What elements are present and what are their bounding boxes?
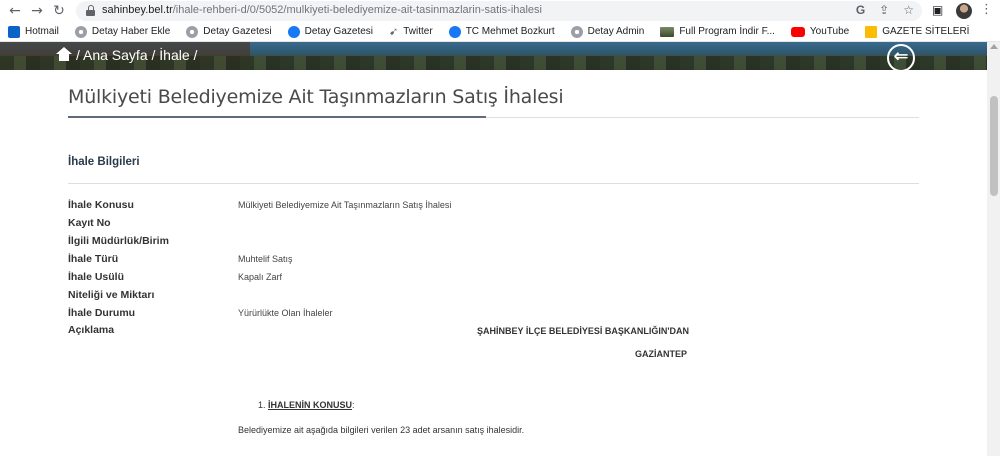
bookmark-label: Detay Gazetesi	[203, 26, 272, 37]
detail-label: Niteliği ve Miktarı	[68, 289, 155, 301]
url-path: /ihale-rehberi-d/0/5052/mulkiyeti-beledi…	[172, 4, 542, 16]
bookmark-label: Full Program İndir F...	[679, 26, 775, 37]
bookmark-label: Hotmail	[25, 26, 59, 37]
folder-icon	[865, 25, 878, 38]
url-text[interactable]: sahinbey.bel.tr/ihale-rehberi-d/0/5052/m…	[102, 4, 542, 16]
detail-label: İhale Konusu	[68, 199, 134, 211]
star-icon[interactable]: ☆	[903, 3, 914, 17]
browser-toolbar: ← → ↻ sahinbey.bel.tr/ihale-rehberi-d/0/…	[0, 0, 1000, 22]
scroll-up-icon[interactable]	[990, 44, 998, 49]
globe-icon	[186, 25, 199, 38]
bookmark-detay-gazetesi[interactable]: Detay Gazetesi	[186, 25, 272, 38]
url-host: sahinbey.bel.tr	[102, 4, 173, 16]
image-icon	[660, 26, 675, 37]
bookmark-label: YouTube	[809, 26, 850, 37]
back-circle-icon[interactable]: ⇐	[887, 44, 915, 70]
outlook-icon	[8, 25, 20, 38]
detail-value: Muhtelif Satış	[238, 254, 293, 264]
youtube-icon	[790, 26, 805, 37]
bookmark-label: Detay Gazetesi	[304, 26, 374, 37]
bookmark-label: Twitter	[403, 26, 433, 37]
globe-icon	[570, 25, 583, 38]
facebook-icon	[448, 25, 461, 38]
page-scrollbar[interactable]	[987, 42, 1000, 456]
item-title: İHALENİN KONUSU	[268, 400, 353, 410]
detail-value: Yürürlükte Olan İhaleler	[238, 308, 333, 318]
bookmark-detay-admin[interactable]: Detay Admin	[570, 25, 645, 38]
description-item: 1. İHALENİN KONUSU:	[258, 400, 355, 410]
detail-value: Mülkiyeti Belediyemize Ait Taşınmazların…	[238, 200, 452, 210]
bookmark-tc-mehmet-bozkurt[interactable]: TC Mehmet Bozkurt	[448, 25, 555, 38]
detail-row-ihale-durumu: İhale Durumu Yürürlükte Olan İhaleler	[68, 307, 768, 321]
google-icon[interactable]: G	[856, 3, 865, 17]
detail-label: İhale Durumu	[68, 307, 136, 319]
address-bar[interactable]: sahinbey.bel.tr/ihale-rehberi-d/0/5052/m…	[76, 1, 922, 21]
reload-icon[interactable]: ↻	[50, 2, 68, 20]
detail-label: İhale Türü	[68, 253, 119, 265]
globe-icon	[74, 25, 87, 38]
bookmarks-bar: Hotmail Detay Haber Ekle Detay Gazetesi …	[0, 22, 1000, 42]
profile-avatar[interactable]	[956, 3, 972, 19]
section-divider	[68, 183, 919, 184]
detail-value: Kapalı Zarf	[238, 272, 283, 282]
bookmark-label: Detay Haber Ekle	[91, 26, 171, 37]
bookmark-detay-gazetesi-facebook[interactable]: Detay Gazetesi	[287, 25, 374, 38]
detail-row-ihale-turu: İhale Türü Muhtelif Satış	[68, 253, 768, 267]
facebook-icon	[287, 25, 300, 38]
title-underline	[68, 116, 486, 118]
detail-label: Açıklama	[68, 324, 115, 336]
bookmark-hotmail[interactable]: Hotmail	[8, 25, 59, 38]
scroll-thumb[interactable]	[990, 96, 998, 196]
section-title: İhale Bilgileri	[68, 156, 140, 168]
detail-row-niteligi: Niteliği ve Miktarı	[68, 289, 768, 303]
detail-label: İhale Usülü	[68, 271, 125, 283]
bookmark-gazete-siteleri[interactable]: GAZETE SİTELERİ	[865, 25, 970, 38]
forward-arrow-icon[interactable]: →	[28, 2, 46, 20]
home-icon[interactable]	[56, 47, 72, 61]
description-city: GAZİANTEP	[635, 349, 688, 359]
item-number: 1.	[258, 400, 266, 410]
bookmark-label: Detay Admin	[587, 26, 645, 37]
twitter-icon: ➹	[389, 24, 399, 38]
title-divider	[486, 117, 919, 118]
sidebar-panel-icon[interactable]: ▣	[932, 3, 943, 17]
page-banner: / Ana Sayfa / İhale / ⇐	[0, 42, 987, 70]
menu-dots-icon[interactable]: ⋮	[980, 2, 993, 17]
detail-row-ihale-konusu: İhale Konusu Mülkiyeti Belediyemize Ait …	[68, 199, 768, 213]
bookmark-label: GAZETE SİTELERİ	[882, 26, 970, 37]
bookmark-twitter[interactable]: ➹ Twitter	[389, 24, 433, 38]
detail-label: Kayıt No	[68, 217, 111, 229]
detail-label: İlgili Müdürlük/Birim	[68, 235, 169, 247]
share-icon[interactable]: ⇪	[879, 3, 889, 17]
detail-row-ilgili-mudurluk: İlgili Müdürlük/Birim	[68, 235, 768, 249]
bookmark-full-program[interactable]: Full Program İndir F...	[660, 26, 775, 37]
lock-icon[interactable]	[86, 5, 95, 16]
bookmark-youtube[interactable]: YouTube	[790, 26, 850, 37]
bookmark-detay-haber-ekle[interactable]: Detay Haber Ekle	[74, 25, 171, 38]
breadcrumb[interactable]: / Ana Sayfa / İhale /	[76, 47, 197, 63]
description-paragraph: Belediyemize ait aşağıda bilgileri veril…	[238, 425, 525, 435]
bookmark-label: TC Mehmet Bozkurt	[465, 26, 555, 37]
page-title: Mülkiyeti Belediyemize Ait Taşınmazların…	[68, 86, 564, 108]
back-arrow-icon[interactable]: ←	[6, 2, 24, 20]
detail-row-kayit-no: Kayıt No	[68, 217, 768, 231]
description-heading: ŞAHİNBEY İLÇE BELEDİYESİ BAŞKANLIĞIN'DAN	[477, 326, 689, 336]
item-suffix: :	[352, 400, 355, 410]
detail-row-ihale-usulu: İhale Usülü Kapalı Zarf	[68, 271, 768, 285]
